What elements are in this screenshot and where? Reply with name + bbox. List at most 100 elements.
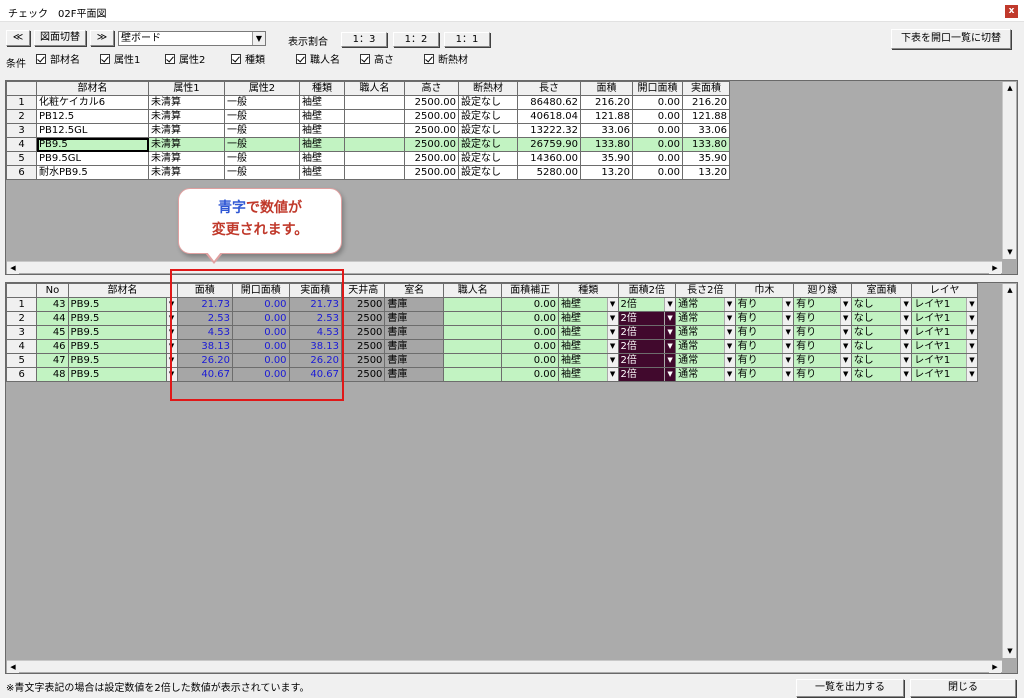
cell-insulation[interactable]: 設定なし [458,137,518,152]
cell-attr2[interactable]: 一般 [224,109,300,124]
chevron-down-icon[interactable]: ▼ [839,326,851,339]
table-row[interactable]: 4 46 PB9.5 ▼ 38.13 0.00 38.13 2500 書庫 0.… [6,339,978,354]
cell-area[interactable]: 33.06 [580,123,633,138]
chevron-down-icon[interactable]: ▼ [606,368,618,381]
col-header[interactable]: 長さ2倍 [675,283,736,298]
area-double-select[interactable]: 2倍 ▼ [617,325,677,340]
chevron-down-icon[interactable]: ▼ [723,354,735,367]
vertical-scrollbar[interactable]: ▲ ▼ [1002,284,1016,658]
export-list-button[interactable]: 一覧を出力する [796,679,904,697]
cell-insulation[interactable]: 設定なし [458,123,518,138]
molding-select[interactable]: 有り ▼ [793,339,852,354]
cell-real-area[interactable]: 121.88 [682,109,730,124]
cell-room-name[interactable]: 書庫 [384,353,444,368]
cell-ceiling-height[interactable]: 2500 [341,297,386,312]
cell-height[interactable]: 2500.00 [404,151,459,166]
chevron-down-icon[interactable]: ▼ [606,312,618,325]
kind-select[interactable]: 袖壁 ▼ [558,367,619,382]
chevron-down-icon[interactable]: ▼ [900,298,911,311]
baseboard-select[interactable]: 有り ▼ [734,353,795,368]
check-icon[interactable] [100,54,110,64]
chevron-down-icon[interactable]: ▼ [664,298,675,311]
col-header[interactable]: 部材名 [36,81,149,96]
condition-insulation-checkbox[interactable]: 断熱材 [424,54,468,67]
col-header[interactable]: No [36,283,69,298]
col-header[interactable]: 巾木 [734,283,795,298]
table-row[interactable]: 6 耐水PB9.5 未清算 一般 袖壁 2500.00 設定なし 5280.00… [6,165,730,180]
cell-worker[interactable] [442,297,503,312]
chevron-down-icon[interactable]: ▼ [723,326,735,339]
chevron-down-icon[interactable]: ▼ [664,340,675,353]
chevron-down-icon[interactable]: ▼ [252,32,265,45]
kind-select[interactable]: 袖壁 ▼ [558,325,619,340]
room-area-select[interactable]: なし ▼ [850,297,913,312]
chevron-down-icon[interactable]: ▼ [782,312,793,325]
col-header[interactable]: 断熱材 [458,81,518,96]
condition-height-checkbox[interactable]: 高さ [360,54,394,67]
switch-to-opening-list-button[interactable]: 下表を開口一覧に切替 [891,29,1011,49]
col-header[interactable]: 部材名 [67,283,178,298]
cell-no[interactable]: 43 [36,297,69,312]
cell-no[interactable]: 48 [36,367,69,382]
chevron-down-icon[interactable]: ▼ [966,368,977,381]
cell-area[interactable]: 133.80 [580,137,633,152]
col-header[interactable]: 高さ [404,81,459,96]
cell-real-area[interactable]: 216.20 [682,95,730,110]
ratio-1-3-button[interactable]: 1：3 [341,32,387,47]
horizontal-scrollbar[interactable]: ◀ ▶ [7,261,1002,274]
table-row[interactable]: 6 48 PB9.5 ▼ 40.67 0.00 40.67 2500 書庫 0.… [6,367,978,382]
condition-attr2-checkbox[interactable]: 属性2 [165,54,205,67]
cell-attr1[interactable]: 未清算 [148,165,225,180]
cell-name[interactable]: PB9.5 [67,297,168,312]
chevron-down-icon[interactable]: ▼ [966,326,977,339]
area-double-select[interactable]: 2倍 ▼ [617,297,677,312]
check-icon[interactable] [165,54,175,64]
cell-length[interactable]: 13222.32 [517,123,581,138]
ratio-1-1-button[interactable]: 1：1 [444,32,490,47]
cell-room-name[interactable]: 書庫 [384,367,444,382]
cell-room-name[interactable]: 書庫 [384,339,444,354]
cell-attr2[interactable]: 一般 [224,165,300,180]
layer-select[interactable]: レイヤ1 ▼ [911,353,978,368]
cell-real-area[interactable]: 35.90 [682,151,730,166]
table-row[interactable]: 3 45 PB9.5 ▼ 4.53 0.00 4.53 2500 書庫 0.00… [6,325,978,340]
kind-select[interactable]: 袖壁 ▼ [558,311,619,326]
col-header[interactable]: 天井高 [341,283,386,298]
chevron-down-icon[interactable]: ▼ [839,354,851,367]
table-row[interactable]: 1 43 PB9.5 ▼ 21.73 0.00 21.73 2500 書庫 0.… [6,297,978,312]
chevron-down-icon[interactable]: ▼ [606,354,618,367]
room-area-select[interactable]: なし ▼ [850,325,913,340]
cell-worker[interactable] [344,165,405,180]
scroll-down-icon[interactable]: ▼ [1004,645,1016,657]
check-icon[interactable] [36,54,46,64]
molding-select[interactable]: 有り ▼ [793,325,852,340]
cell-attr1[interactable]: 未清算 [148,95,225,110]
cell-height[interactable]: 2500.00 [404,137,459,152]
cell-length[interactable]: 86480.62 [517,95,581,110]
check-icon[interactable] [231,54,241,64]
cell-worker[interactable] [442,311,503,326]
cell-real-area[interactable]: 13.20 [682,165,730,180]
chevron-down-icon[interactable]: ▼ [782,368,793,381]
cell-attr1[interactable]: 未清算 [148,123,225,138]
chevron-down-icon[interactable]: ▼ [839,298,851,311]
chevron-down-icon[interactable]: ▼ [900,326,911,339]
chevron-down-icon[interactable]: ▼ [782,340,793,353]
chevron-down-icon[interactable]: ▼ [723,368,735,381]
scroll-right-icon[interactable]: ▶ [989,262,1001,274]
check-icon[interactable] [424,54,434,64]
vertical-scrollbar[interactable]: ▲ ▼ [1002,82,1016,259]
scroll-left-icon[interactable]: ◀ [7,661,19,673]
cell-room-name[interactable]: 書庫 [384,325,444,340]
cell-attr1[interactable]: 未清算 [148,137,225,152]
layer-select[interactable]: レイヤ1 ▼ [911,325,978,340]
cell-no[interactable]: 46 [36,339,69,354]
chevron-down-icon[interactable]: ▼ [782,354,793,367]
length-double-select[interactable]: 通常 ▼ [675,311,736,326]
cell-height[interactable]: 2500.00 [404,165,459,180]
cell-kind[interactable]: 袖壁 [299,165,345,180]
col-header[interactable]: 室名 [384,283,444,298]
close-window-button[interactable]: x [1005,5,1018,18]
cell-opening-area[interactable]: 0.00 [632,137,683,152]
cell-no[interactable]: 45 [36,325,69,340]
